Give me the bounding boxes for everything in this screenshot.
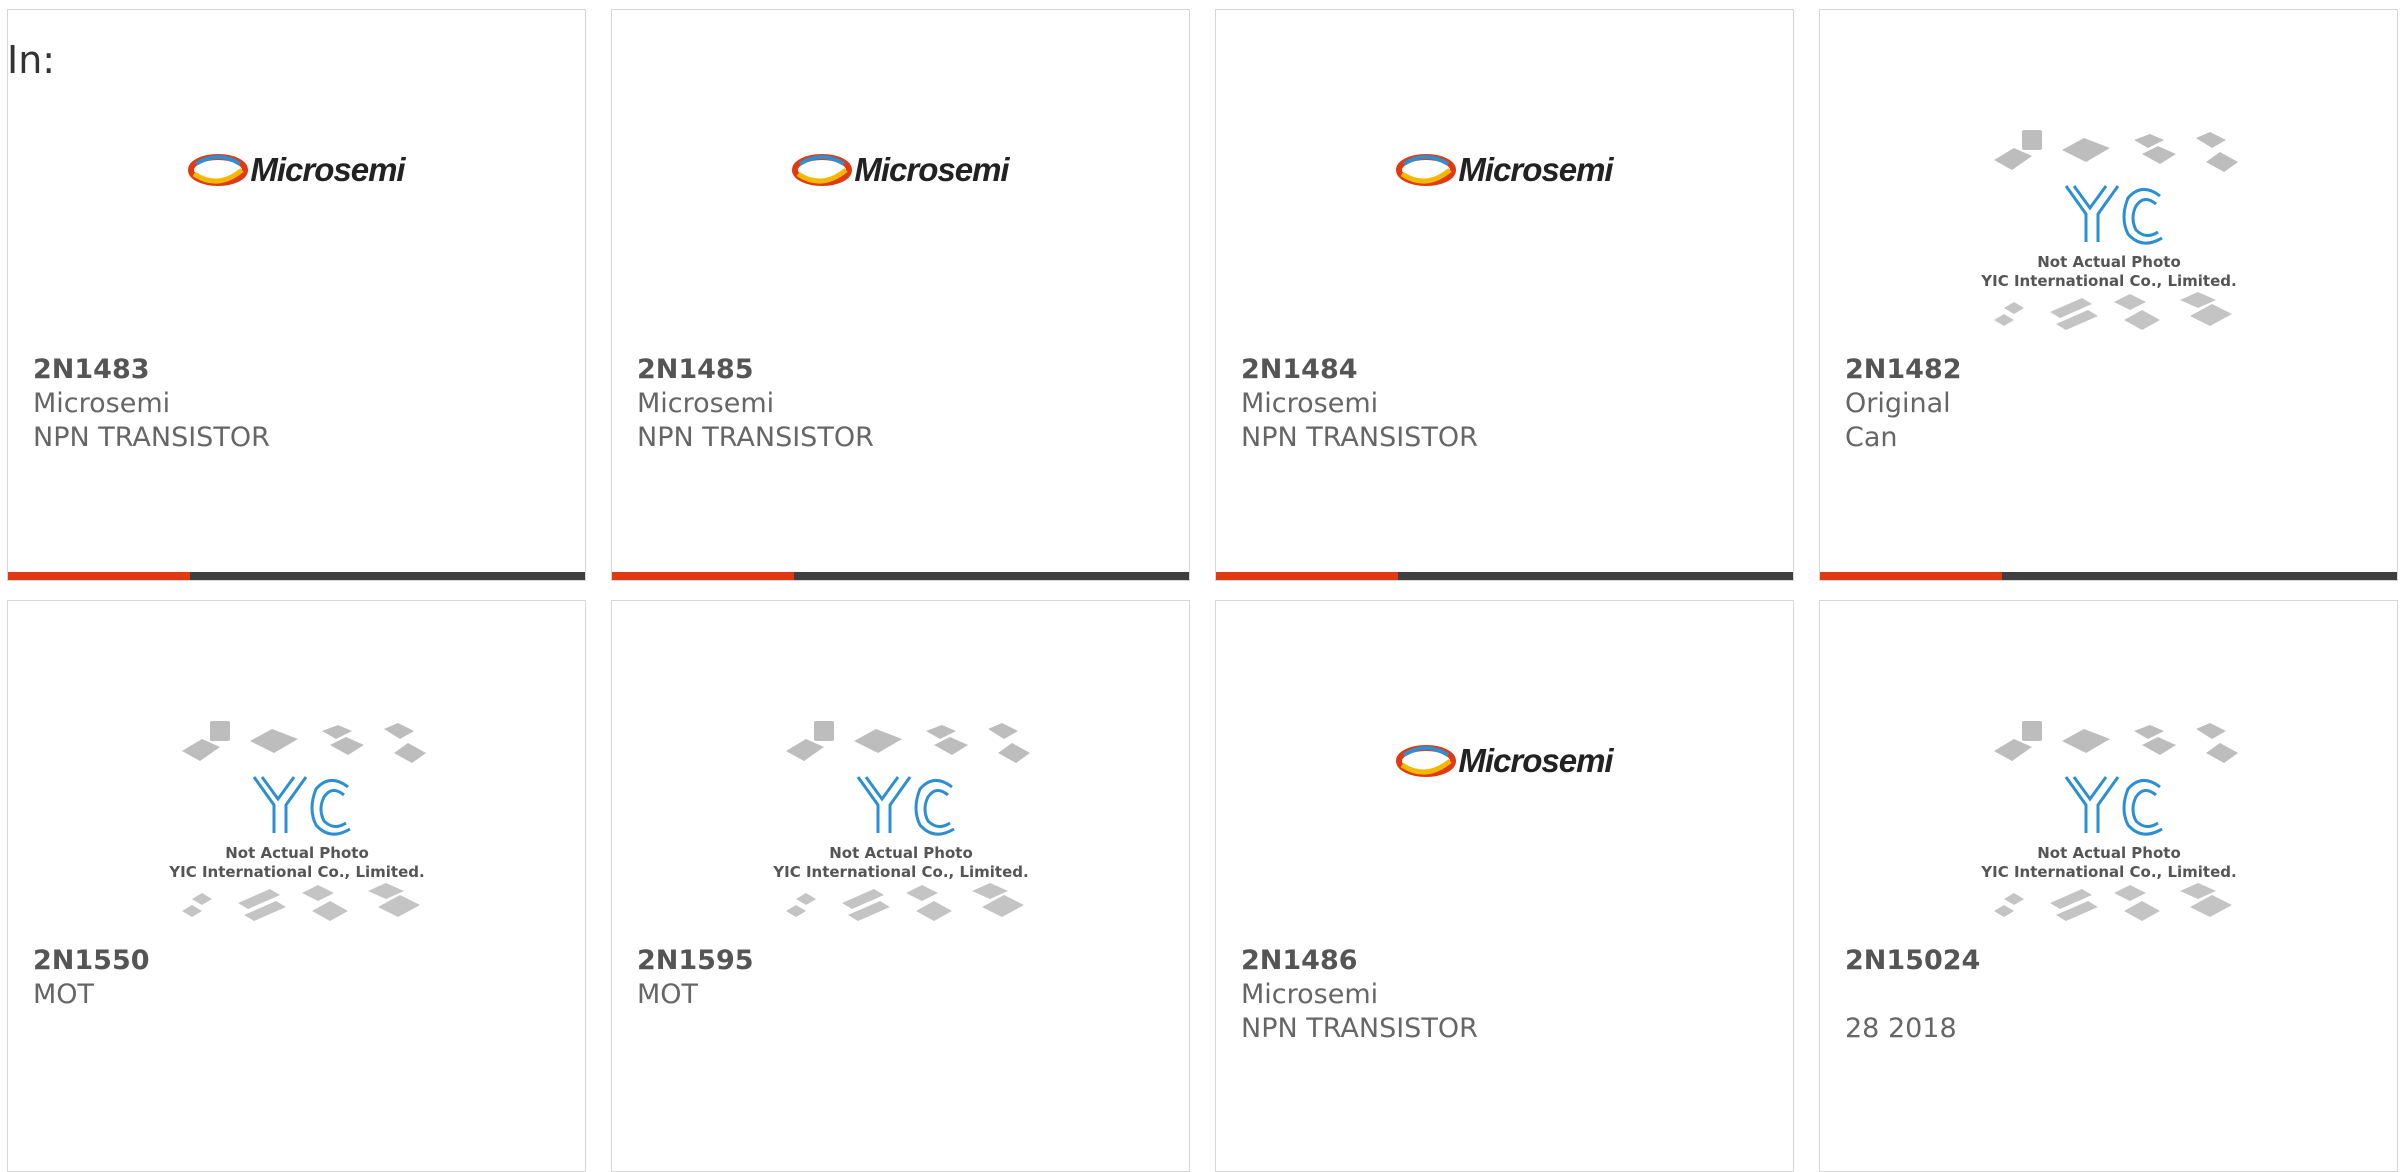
description: NPN TRANSISTOR (1241, 422, 1478, 453)
product-image[interactable]: Not Actual Photo YIC International Co., … (1820, 681, 2397, 931)
product-card[interactable]: Not Actual Photo YIC International Co., … (1819, 600, 2398, 1172)
yic-company: YIC International Co., Limited. (1980, 272, 2236, 290)
microsemi-logo: Microsemi (1396, 742, 1614, 780)
description: 28 2018 (1845, 1013, 1957, 1044)
product-grid: Microsemi 2N1483 Microsemi NPN TRANSISTO… (7, 9, 2398, 1172)
manufacturer: Original (1845, 388, 1951, 419)
product-image[interactable]: Microsemi (612, 90, 1189, 340)
product-image[interactable]: Not Actual Photo YIC International Co., … (1820, 90, 2397, 340)
manufacturer (1845, 978, 2377, 1012)
part-number[interactable]: 2N1485 (637, 353, 1169, 387)
part-number[interactable]: 2N1482 (1845, 353, 2377, 387)
microsemi-swirl-icon (1396, 154, 1457, 186)
product-card[interactable]: Not Actual Photo YIC International Co., … (1819, 9, 2398, 581)
photo-note: Not Actual Photo (225, 844, 369, 862)
description (637, 1012, 1169, 1046)
part-number[interactable]: 2N1550 (33, 944, 565, 978)
card-bottom-bar (8, 572, 585, 580)
photo-note: Not Actual Photo (829, 844, 973, 862)
microsemi-logo-text: Microsemi (250, 151, 405, 188)
part-number[interactable]: 2N1486 (1241, 944, 1773, 978)
microsemi-logo-text: Microsemi (1458, 151, 1613, 188)
microsemi-logo: Microsemi (188, 151, 406, 189)
description: Can (1845, 422, 1898, 453)
product-info: 2N1484 Microsemi NPN TRANSISTOR (1241, 353, 1773, 455)
microsemi-logo: Microsemi (1396, 151, 1614, 189)
description: NPN TRANSISTOR (637, 422, 874, 453)
product-image[interactable]: Not Actual Photo YIC International Co., … (8, 681, 585, 931)
product-info: 2N1550 MOT (33, 944, 565, 1046)
product-image[interactable]: Microsemi (8, 90, 585, 340)
product-image[interactable]: Microsemi (1216, 90, 1793, 340)
manufacturer: Microsemi (1241, 388, 1379, 419)
yic-company: YIC International Co., Limited. (1980, 863, 2236, 881)
product-info: 2N1486 Microsemi NPN TRANSISTOR (1241, 944, 1773, 1046)
product-image[interactable]: Microsemi (1216, 681, 1793, 931)
part-number[interactable]: 2N1484 (1241, 353, 1773, 387)
yic-placeholder-image: Not Actual Photo YIC International Co., … (168, 721, 426, 921)
microsemi-logo-text: Microsemi (854, 151, 1009, 188)
manufacturer: Microsemi (33, 388, 171, 419)
yic-placeholder-image: Not Actual Photo YIC International Co., … (1980, 130, 2238, 330)
photo-note: Not Actual Photo (2037, 253, 2181, 271)
product-card[interactable]: Not Actual Photo YIC International Co., … (7, 600, 586, 1172)
manufacturer: MOT (33, 979, 95, 1010)
microsemi-logo: Microsemi (792, 151, 1010, 189)
page-title: In: (7, 38, 56, 82)
product-image[interactable]: Not Actual Photo YIC International Co., … (612, 681, 1189, 931)
description (33, 1012, 565, 1046)
yic-company: YIC International Co., Limited. (772, 863, 1028, 881)
card-bottom-bar (1216, 572, 1793, 580)
product-card[interactable]: Microsemi 2N1486 Microsemi NPN TRANSISTO… (1215, 600, 1794, 1172)
product-card[interactable]: Microsemi 2N1484 Microsemi NPN TRANSISTO… (1215, 9, 1794, 581)
yic-company: YIC International Co., Limited. (168, 863, 424, 881)
yic-placeholder-image: Not Actual Photo YIC International Co., … (772, 721, 1030, 921)
part-number[interactable]: 2N1483 (33, 353, 565, 387)
photo-note: Not Actual Photo (2037, 844, 2181, 862)
microsemi-logo-text: Microsemi (1458, 742, 1613, 779)
manufacturer: Microsemi (1241, 979, 1379, 1010)
product-card[interactable]: Microsemi 2N1485 Microsemi NPN TRANSISTO… (611, 9, 1190, 581)
card-bottom-bar (612, 572, 1189, 580)
product-info: 2N1483 Microsemi NPN TRANSISTOR (33, 353, 565, 455)
card-bottom-bar (1820, 572, 2397, 580)
description: NPN TRANSISTOR (33, 422, 270, 453)
yic-placeholder-image: Not Actual Photo YIC International Co., … (1980, 721, 2238, 921)
product-info: 2N1595 MOT (637, 944, 1169, 1046)
manufacturer: MOT (637, 979, 699, 1010)
product-card[interactable]: Not Actual Photo YIC International Co., … (611, 600, 1190, 1172)
microsemi-swirl-icon (792, 154, 853, 186)
part-number[interactable]: 2N1595 (637, 944, 1169, 978)
product-card[interactable]: Microsemi 2N1483 Microsemi NPN TRANSISTO… (7, 9, 586, 581)
manufacturer: Microsemi (637, 388, 775, 419)
part-number[interactable]: 2N15024 (1845, 944, 2377, 978)
description: NPN TRANSISTOR (1241, 1013, 1478, 1044)
product-info: 2N15024 28 2018 (1845, 944, 2377, 1046)
microsemi-swirl-icon (188, 154, 249, 186)
product-info: 2N1482 Original Can (1845, 353, 2377, 455)
microsemi-swirl-icon (1396, 745, 1457, 777)
product-info: 2N1485 Microsemi NPN TRANSISTOR (637, 353, 1169, 455)
